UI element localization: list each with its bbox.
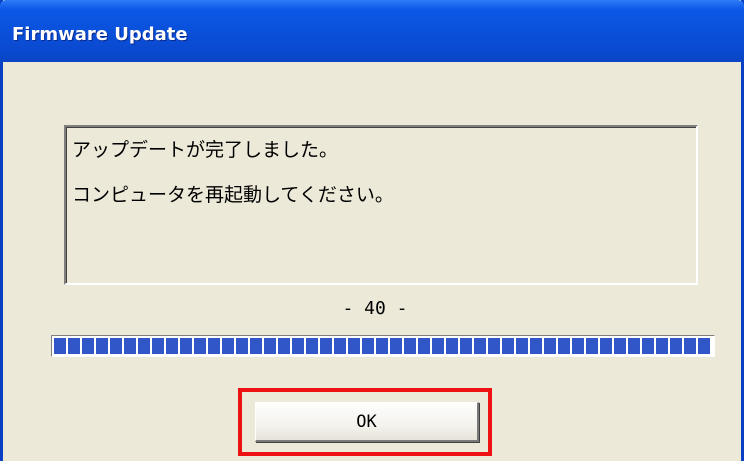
message-box: アップデートが完了しました。 コンピュータを再起動してください。 (64, 125, 698, 285)
window-title: Firmware Update (12, 24, 188, 45)
message-line-complete: アップデートが完了しました。 (72, 139, 339, 161)
progress-bar-fill (54, 338, 712, 354)
firmware-update-window: Firmware Update アップデートが完了しました。 コンピュータを再起… (0, 0, 744, 461)
progress-counter: - 40 - (342, 298, 408, 319)
message-line-restart: コンピュータを再起動してください。 (72, 184, 394, 206)
title-bar[interactable]: Firmware Update (0, 0, 744, 62)
progress-bar (51, 335, 715, 357)
ok-button[interactable]: OK (255, 402, 479, 442)
